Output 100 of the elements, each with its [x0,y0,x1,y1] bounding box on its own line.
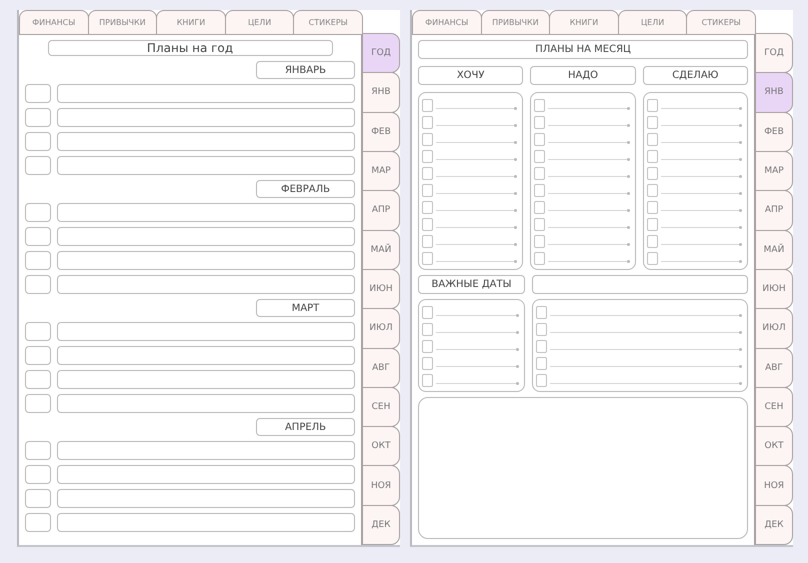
fill-in-line[interactable] [548,261,630,262]
fill-in-line[interactable] [548,176,630,177]
top-tab[interactable]: ПРИВЫЧКИ [88,10,158,34]
side-tab[interactable]: ГОД [755,33,793,74]
fill-in-line[interactable] [436,244,518,245]
small-field[interactable] [25,275,51,294]
checkbox[interactable] [646,252,658,265]
text-field[interactable] [57,441,355,460]
side-tab[interactable]: СЕН [755,386,793,428]
checkbox[interactable] [422,116,433,129]
checkbox[interactable] [422,252,433,265]
fill-in-line[interactable] [550,315,742,316]
fill-in-line[interactable] [436,210,518,211]
side-tab[interactable]: МАЙ [755,230,793,270]
top-tab[interactable]: ФИНАНСЫ [19,10,89,34]
fill-in-line[interactable] [660,108,742,109]
checkbox[interactable] [646,184,658,197]
side-tab[interactable]: ИЮЛ [755,308,793,348]
text-field[interactable] [57,465,355,484]
top-tab[interactable]: ЦЕЛИ [224,10,294,34]
fill-in-line[interactable] [660,176,742,177]
side-tab[interactable]: ИЮЛ [362,308,400,348]
checkbox[interactable] [534,150,546,163]
side-tab[interactable]: СЕН [362,386,400,428]
checkbox[interactable] [536,306,547,319]
small-field[interactable] [25,203,51,222]
side-tab[interactable]: ОКТ [362,426,400,466]
checkbox[interactable] [646,133,658,146]
side-tab[interactable]: АПР [755,190,793,231]
side-tab[interactable]: ОКТ [755,426,793,466]
fill-in-line[interactable] [550,383,742,384]
side-tab[interactable]: АПР [362,190,400,231]
top-tab[interactable]: КНИГИ [549,10,619,34]
checkbox[interactable] [536,357,547,370]
checkbox[interactable] [534,184,546,197]
checkbox[interactable] [422,201,433,214]
text-field[interactable] [57,203,355,222]
text-field[interactable] [57,489,355,508]
checkbox[interactable] [646,99,658,112]
text-field[interactable] [532,275,748,294]
text-field[interactable] [57,275,355,294]
checkbox[interactable] [646,116,658,129]
fill-in-line[interactable] [548,125,630,126]
fill-in-line[interactable] [436,176,518,177]
text-field[interactable] [57,132,355,151]
small-field[interactable] [25,489,51,508]
small-field[interactable] [25,346,51,365]
side-tab[interactable]: ИЮН [362,268,400,310]
side-tab[interactable]: ФЕВ [362,112,400,152]
side-tab[interactable]: АВГ [755,348,793,388]
checkbox[interactable] [646,201,658,214]
side-tab[interactable]: МАР [362,150,400,192]
checkbox[interactable] [534,99,546,112]
checkbox[interactable] [534,201,546,214]
fill-in-line[interactable] [660,125,742,126]
checkbox[interactable] [534,252,546,265]
text-field[interactable] [57,108,355,127]
side-tab[interactable]: ДЕК [362,504,400,546]
fill-in-line[interactable] [436,108,518,109]
top-tab[interactable]: ПРИВЫЧКИ [480,10,550,34]
checkbox[interactable] [536,323,547,336]
text-field[interactable] [57,322,355,341]
checkbox[interactable] [646,235,658,248]
checkbox[interactable] [422,306,433,319]
fill-in-line[interactable] [548,210,630,211]
small-field[interactable] [25,251,51,270]
fill-in-line[interactable] [660,227,742,228]
side-tab[interactable]: ЯНВ [362,72,400,113]
checkbox[interactable] [534,116,546,129]
small-field[interactable] [25,156,51,175]
side-tab[interactable]: МАР [755,150,793,192]
text-field[interactable] [57,227,355,246]
checkbox[interactable] [422,133,433,146]
small-field[interactable] [25,441,51,460]
checkbox[interactable] [422,374,433,387]
fill-in-line[interactable] [550,366,742,367]
checkbox[interactable] [422,357,433,370]
fill-in-line[interactable] [436,366,519,367]
checkbox[interactable] [422,340,433,353]
fill-in-line[interactable] [436,315,519,316]
checkbox[interactable] [422,323,433,336]
checkbox[interactable] [646,167,658,180]
side-tab[interactable]: НОЯ [362,465,400,506]
checkbox[interactable] [422,167,433,180]
fill-in-line[interactable] [548,227,630,228]
top-tab[interactable]: ФИНАНСЫ [412,10,482,34]
checkbox[interactable] [422,99,433,112]
fill-in-line[interactable] [660,210,742,211]
side-tab[interactable]: ДЕК [755,504,793,546]
fill-in-line[interactable] [436,125,518,126]
text-field[interactable] [57,513,355,532]
top-tab[interactable]: КНИГИ [156,10,226,34]
fill-in-line[interactable] [550,349,742,350]
side-tab[interactable]: НОЯ [755,465,793,506]
fill-in-line[interactable] [436,261,518,262]
fill-in-line[interactable] [548,244,630,245]
small-field[interactable] [25,108,51,127]
notes-field[interactable] [418,397,748,539]
small-field[interactable] [25,394,51,413]
checkbox[interactable] [534,167,546,180]
